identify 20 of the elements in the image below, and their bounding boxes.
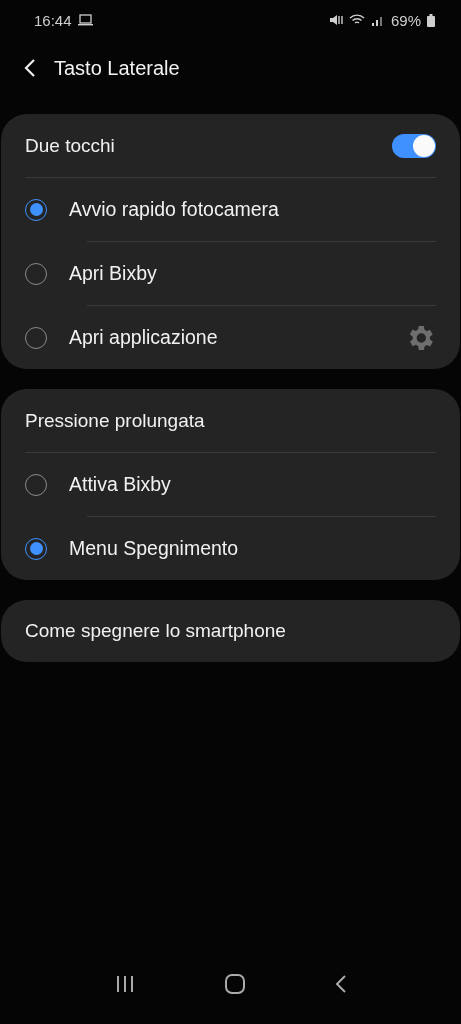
status-time: 16:44 bbox=[34, 11, 72, 29]
toggle-switch[interactable] bbox=[392, 133, 436, 158]
back-button[interactable] bbox=[24, 58, 36, 78]
battery-percent: 69% bbox=[390, 11, 421, 29]
option-label: Avvio rapido fotocamera bbox=[69, 198, 280, 221]
section-title: Pressione prolungata bbox=[25, 409, 206, 432]
option-label: Attiva Bixby bbox=[69, 473, 172, 496]
section-title: Due tocchi bbox=[25, 134, 116, 157]
signal-icon bbox=[370, 14, 385, 26]
wifi-icon bbox=[348, 14, 365, 26]
back-icon[interactable] bbox=[334, 974, 347, 994]
option-label: Menu Spegnimento bbox=[69, 537, 240, 560]
option-label: Apri Bixby bbox=[69, 262, 158, 285]
option-label: Apri applicazione bbox=[69, 326, 219, 349]
battery-icon bbox=[427, 13, 435, 27]
recent-apps-icon[interactable] bbox=[114, 975, 135, 993]
mute-icon bbox=[328, 14, 343, 26]
laptop-icon bbox=[77, 14, 93, 26]
page-title: Tasto Laterale bbox=[54, 56, 180, 80]
home-icon[interactable] bbox=[223, 973, 246, 995]
